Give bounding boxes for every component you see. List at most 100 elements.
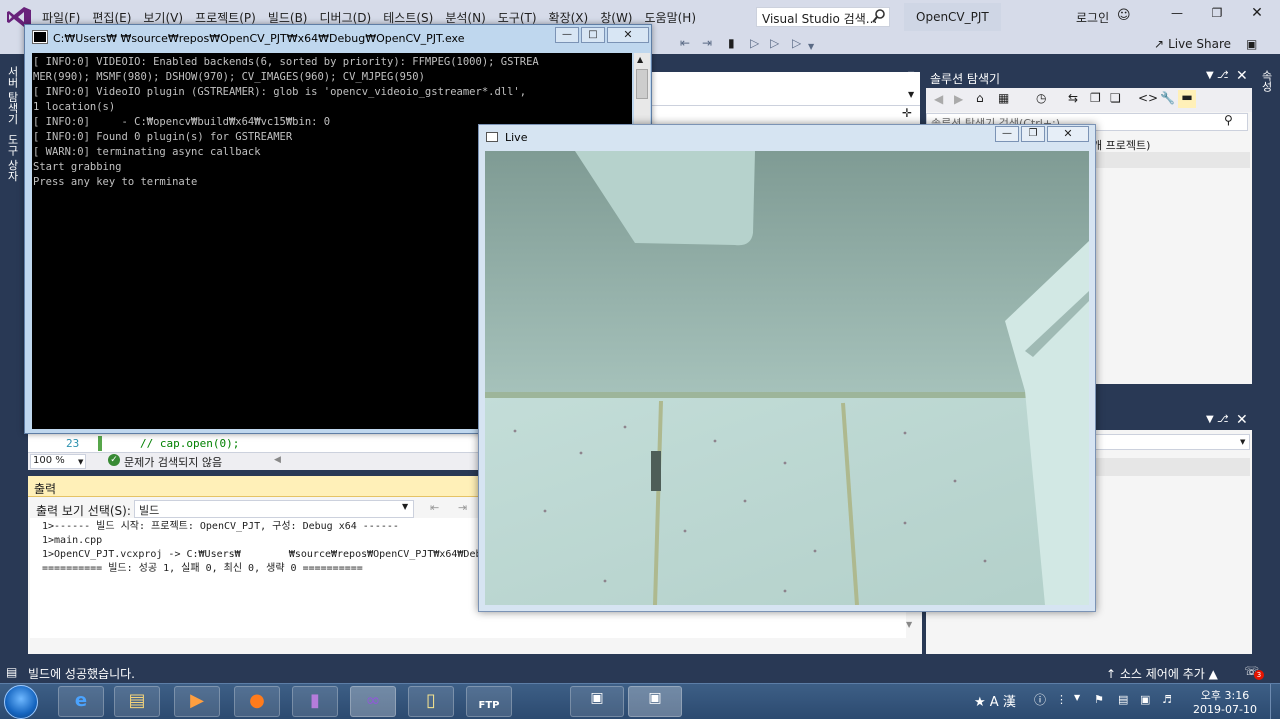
bookmark-icon[interactable]: ▮ [728,36,735,50]
forward-icon[interactable]: ▶ [954,92,963,106]
maximize-icon[interactable]: ❐ [1021,126,1045,142]
folder-icon: ▤ [128,690,146,711]
menu-extensions[interactable]: 확장(X) [543,9,595,26]
line-number: 23 [66,437,80,450]
menu-file[interactable]: 파일(F) [36,9,86,26]
solution-explorer-toolbar: ◀ ▶ ⌂ ▦ ◷ ⇆ ❐ ❏ <> 🔧 ▬ [926,88,1252,112]
menu-project[interactable]: 프로젝트(P) [189,9,262,26]
go-to-prev-message-icon[interactable]: ⇤ [430,501,439,514]
properties-object-select[interactable] [1094,434,1250,450]
output-source-select[interactable]: 빌드 [134,500,414,518]
menu-build[interactable]: 빌드(B) [262,9,314,26]
pending-changes-icon[interactable]: ◷ [1036,91,1046,105]
ime-options-icon[interactable]: ⋮ [1056,693,1067,706]
minimize-icon[interactable]: — [555,27,579,43]
chevron-down-icon[interactable]: ▼ [1240,438,1245,446]
go-to-next-message-icon[interactable]: ⇥ [458,501,467,514]
close-icon[interactable]: ✕ [607,27,649,43]
camera-image [485,151,1089,605]
media-player-icon: ▶ [190,690,204,711]
network-icon[interactable]: ▤ [1118,693,1128,706]
code-view-icon[interactable]: <> [1138,91,1158,105]
pin-icon[interactable]: ▼ ⎇ [1206,414,1228,425]
toolbox-tab[interactable]: 도구 상자 [6,134,20,182]
switch-views-icon[interactable]: ▦ [998,91,1009,105]
menu-window[interactable]: 창(W) [594,9,638,26]
display-icon[interactable]: ▣ [1140,693,1150,706]
issues-status[interactable]: 문제가 검색되지 않음 [124,454,222,470]
scroll-thumb[interactable] [636,69,648,99]
window-icon: ▣ [648,690,662,706]
start-button[interactable] [4,685,38,719]
search-icon[interactable] [872,8,886,24]
code-line[interactable]: // cap.open(0); [140,437,239,450]
bookmark-prev-icon[interactable]: ▷ [750,36,759,50]
window-icon[interactable] [486,132,498,142]
output-panel-title: 출력 [34,482,57,496]
indent-icon[interactable]: ⇥ [702,36,712,50]
close-icon[interactable]: ✕ [1047,126,1089,142]
vs-search-input[interactable]: Visual Studio 검색... [756,7,890,27]
tray-expand-icon[interactable]: ▼ [1074,693,1080,702]
menu-debug[interactable]: 디버그(D) [314,9,378,26]
show-all-files-icon[interactable]: ❏ [1110,91,1121,105]
pin-icon[interactable]: ▼ ⎇ [1206,70,1228,81]
visual-studio-icon: ∞ [365,690,381,711]
collapse-all-icon[interactable]: ❐ [1090,91,1101,105]
properties-row[interactable] [1094,458,1250,476]
show-desktop-button[interactable] [1270,684,1280,719]
sync-icon[interactable]: ⇆ [1068,91,1078,105]
menu-test[interactable]: 테스트(S) [377,9,439,26]
login-link[interactable]: 로그인 [1076,9,1109,26]
preview-icon[interactable]: ▬ [1178,90,1196,108]
bookmark-next-icon[interactable]: ▷ [770,36,779,50]
console-icon[interactable] [32,30,48,44]
outdent-icon[interactable]: ⇤ [680,36,690,50]
clock-date[interactable]: 2019-07-10 [1190,703,1260,716]
solution-tree-item[interactable]: 개 프로젝트) [1092,137,1150,153]
user-icon[interactable]: ☺ [1117,8,1131,23]
nav-dropdown-icon[interactable]: ▼ [908,90,914,99]
flag-icon[interactable]: ⚑ [1094,693,1104,706]
menu-analyze[interactable]: 분석(N) [439,9,491,26]
menu-edit[interactable]: 편집(E) [86,9,137,26]
clock-time[interactable]: 오후 3:16 [1198,687,1252,703]
live-share-button[interactable]: ↗ Live Share [1154,37,1231,51]
live-share-label: Live Share [1168,37,1232,51]
search-icon[interactable]: ⚲ [1224,113,1233,127]
server-explorer-tab[interactable]: 서버 탐색기 [6,66,20,125]
scroll-down-icon[interactable]: ▼ [906,620,912,629]
zoom-dropdown-icon[interactable]: ▼ [78,458,83,466]
live-video-window[interactable]: Live — ❐ ✕ [478,124,1096,612]
menu-view[interactable]: 보기(V) [137,9,189,26]
output-icon: ▤ [6,665,18,679]
source-control-label: 소스 제어에 추가 [1119,667,1205,681]
minimize-icon[interactable]: — [1166,6,1188,26]
home-icon[interactable]: ⌂ [976,91,984,105]
menu-tools[interactable]: 도구(T) [492,9,543,26]
close-icon[interactable]: ✕ [1236,68,1248,84]
feedback-icon[interactable]: ▣ [1246,37,1257,51]
add-to-source-control-button[interactable]: ↑ 소스 제어에 추가 ▲ [1106,665,1218,682]
window-icon: ▣ [590,690,604,706]
close-icon[interactable]: ✕ [1246,5,1268,25]
solution-tree-row[interactable] [1094,152,1250,168]
maximize-icon[interactable]: □ [581,27,605,43]
volume-icon[interactable]: ♬ [1162,693,1172,706]
chevron-down-icon[interactable]: ▼ [402,502,408,511]
scroll-up-icon[interactable]: ▲ [637,55,643,64]
menu-help[interactable]: 도움말(H) [639,9,703,26]
back-icon[interactable]: ◀ [934,92,943,106]
close-icon[interactable]: ✕ [1236,412,1248,428]
split-icon[interactable]: ✛ [902,106,912,120]
wrench-icon[interactable]: 🔧 [1160,91,1175,105]
restore-icon[interactable]: ❐ [1206,6,1228,26]
properties-tab[interactable]: 속성 [1260,70,1274,92]
bookmark-clear-icon[interactable]: ▷ [792,36,801,50]
scroll-left-icon[interactable]: ◀ [274,455,281,465]
minimize-icon[interactable]: — [995,126,1019,142]
folder-icon: ▯ [426,690,436,711]
help-icon[interactable]: ⓘ [1034,691,1046,708]
toolbar-overflow-icon[interactable]: ▼ [808,42,814,51]
ime-indicator[interactable]: ★ A 漢 [974,691,1016,710]
